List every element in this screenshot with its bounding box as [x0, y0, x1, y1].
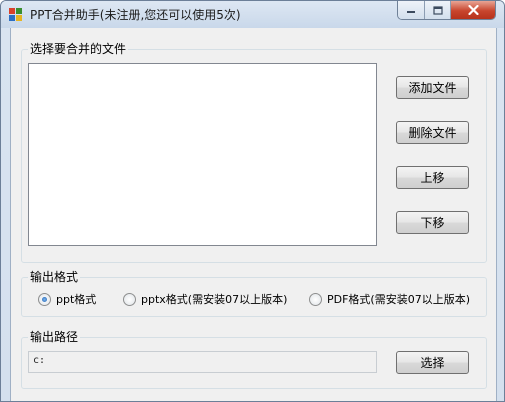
radio-pptx-label: pptx格式(需安装07以上版本) — [141, 293, 288, 306]
radio-pptx-circle[interactable] — [123, 292, 136, 306]
move-down-button[interactable]: 下移 — [396, 211, 469, 234]
file-group: 选择要合并的文件 添加文件 删除文件 上移 下移 — [21, 42, 487, 263]
path-group: 输出路径 c: 选择 — [21, 330, 487, 389]
minimize-icon — [407, 11, 415, 13]
output-path-field[interactable]: c: — [28, 351, 377, 373]
radio-pdf-label: PDF格式(需安装07以上版本) — [327, 293, 471, 306]
radio-pptx[interactable]: pptx格式(需安装07以上版本) — [123, 291, 287, 307]
maximize-button[interactable] — [425, 1, 451, 19]
radio-pdf-circle[interactable] — [309, 292, 322, 306]
radio-pdf[interactable]: PDF格式(需安装07以上版本) — [309, 291, 470, 307]
format-group-label: 输出格式 — [28, 270, 81, 284]
close-button[interactable] — [451, 1, 495, 19]
delete-file-button[interactable]: 删除文件 — [396, 121, 469, 144]
radio-ppt-circle[interactable] — [38, 292, 51, 306]
client-area: 选择要合并的文件 添加文件 删除文件 上移 下移 输出格式 ppt格式 pptx… — [10, 28, 497, 401]
file-group-label: 选择要合并的文件 — [28, 42, 129, 56]
window-controls — [397, 1, 496, 20]
title-bar[interactable]: PPT合并助手(未注册,您还可以使用5次) — [1, 1, 504, 28]
format-group: 输出格式 ppt格式 pptx格式(需安装07以上版本) PDF格式(需安装07… — [21, 270, 487, 317]
path-group-label: 输出路径 — [28, 330, 81, 344]
move-up-button[interactable]: 上移 — [396, 166, 469, 189]
file-list[interactable] — [28, 63, 377, 246]
add-file-button[interactable]: 添加文件 — [396, 76, 469, 99]
select-path-button[interactable]: 选择 — [396, 351, 469, 374]
radio-ppt-label: ppt格式 — [56, 293, 97, 306]
ppt-app-icon — [9, 8, 22, 21]
radio-ppt[interactable]: ppt格式 — [38, 291, 96, 307]
minimize-button[interactable] — [398, 1, 425, 19]
maximize-icon — [432, 5, 443, 15]
window-title: PPT合并助手(未注册,您还可以使用5次) — [30, 8, 241, 22]
main-window: PPT合并助手(未注册,您还可以使用5次) 选择要合并的文件 添加文件 删除文件… — [0, 0, 505, 402]
close-icon — [467, 5, 479, 15]
